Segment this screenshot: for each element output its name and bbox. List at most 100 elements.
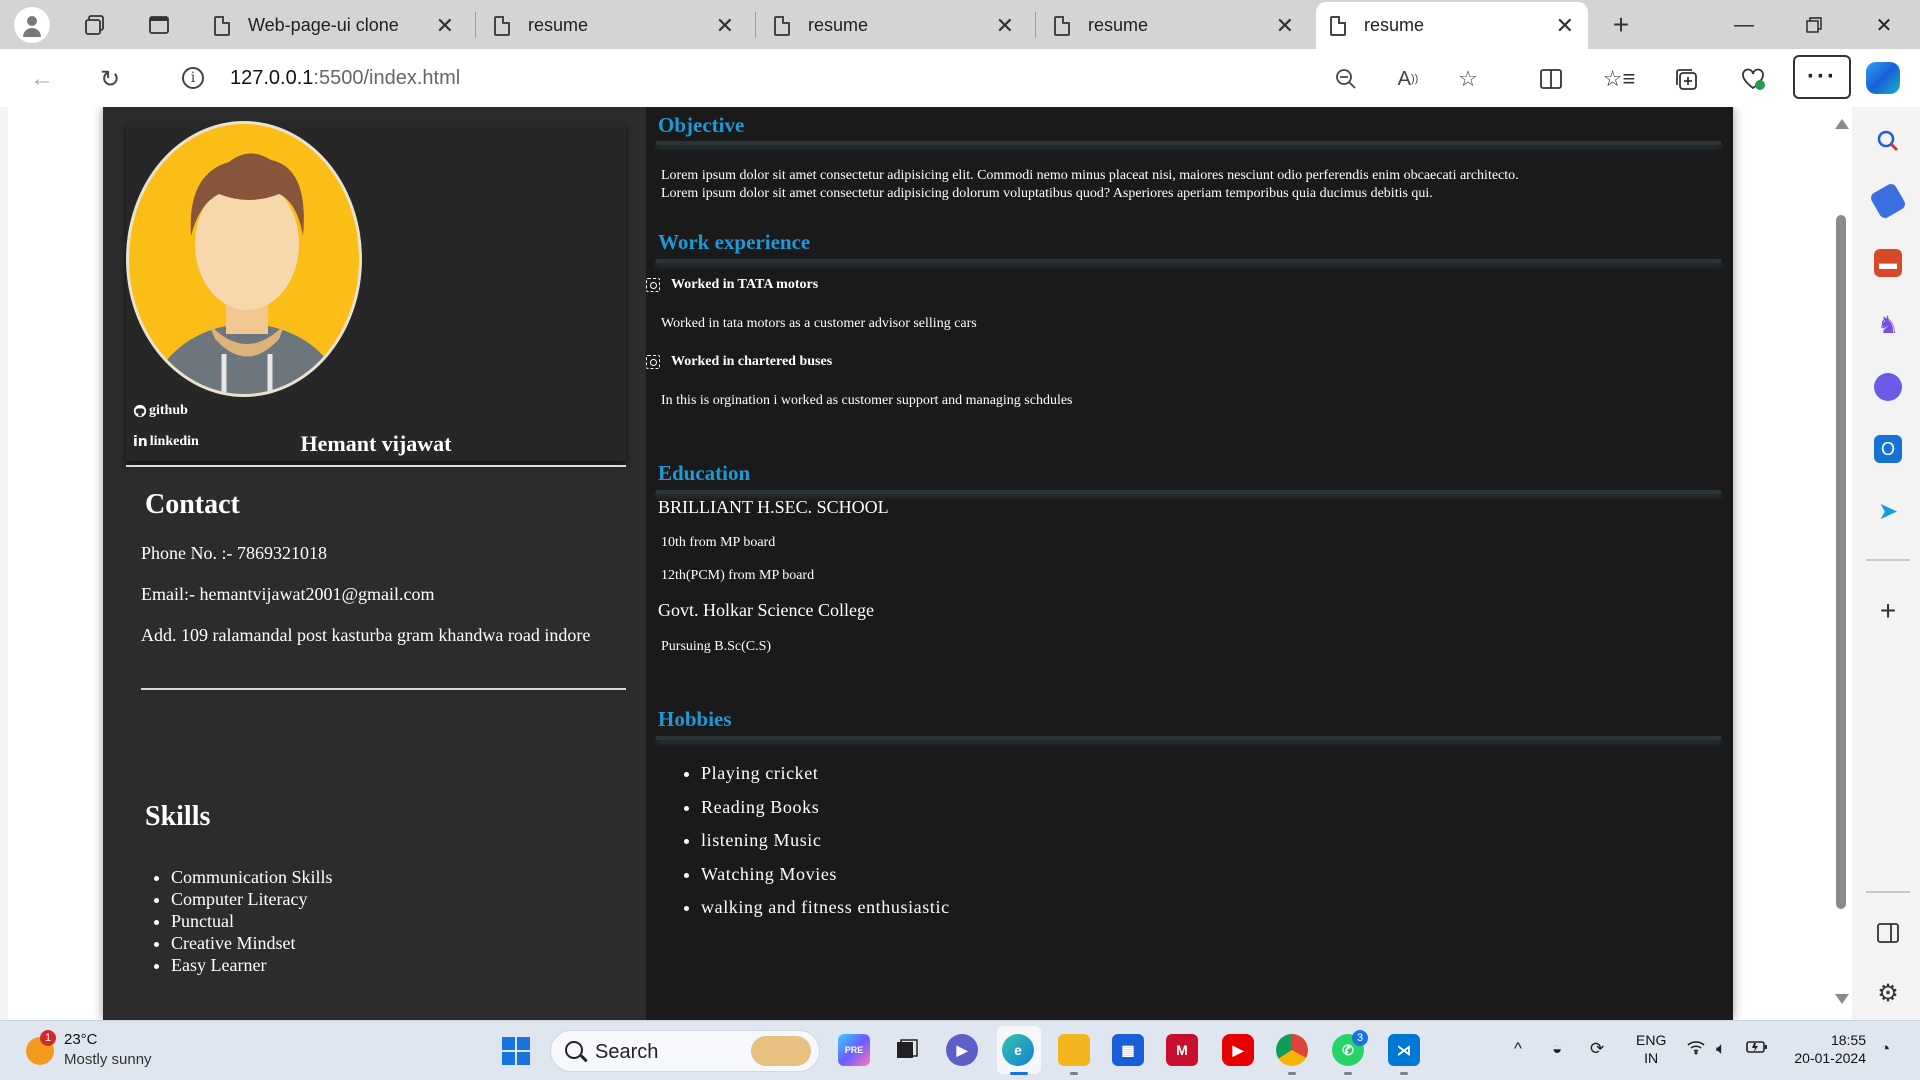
list-item: Playing cricket	[701, 763, 950, 797]
linkedin-label: linkedin	[149, 434, 199, 449]
settings-more-button[interactable]: ···	[1793, 55, 1851, 99]
shopping-tag-icon[interactable]	[1868, 181, 1908, 221]
objective-line: Lorem ipsum dolor sit amet consectetur a…	[661, 186, 1433, 201]
url-text[interactable]: 127.0.0.1:5500/index.html	[230, 67, 460, 90]
list-item: Watching Movies	[701, 864, 950, 898]
school-name: Govt. Holkar Science College	[658, 600, 874, 620]
profile-avatar-icon[interactable]	[14, 7, 50, 43]
list-item: listening Music	[701, 830, 950, 864]
split-screen-icon[interactable]	[1536, 64, 1566, 94]
linkedin-link[interactable]: in linkedin	[133, 434, 199, 450]
close-tab-icon[interactable]: ✕	[436, 13, 454, 39]
favorite-star-icon[interactable]: ☆	[1454, 65, 1482, 93]
address-bar[interactable]: i 127.0.0.1:5500/index.html A)) ☆	[156, 55, 1478, 101]
sidebar-divider	[1866, 559, 1910, 561]
favorites-icon[interactable]: ☆≡	[1603, 64, 1636, 94]
collections-icon[interactable]	[1672, 64, 1702, 94]
windows-start-icon[interactable]	[502, 1037, 530, 1065]
language-indicator[interactable]: ENG IN	[1636, 1031, 1666, 1067]
contact-address: Add. 109 ralamandal post kasturba gram k…	[141, 625, 591, 645]
close-tab-icon[interactable]: ✕	[716, 13, 734, 39]
contact-email: Email:- hemantvijawat2001@gmail.com	[141, 584, 435, 604]
resume-page: Hemant vijawat github in linkedin Contac…	[103, 107, 1733, 1020]
browser-essentials-icon[interactable]	[1738, 64, 1768, 94]
resume-sidebar: Hemant vijawat github in linkedin Contac…	[103, 107, 646, 1020]
vertical-tabs-icon[interactable]	[144, 10, 174, 40]
vscode-icon[interactable]: ⋊	[1388, 1034, 1420, 1066]
running-indicator	[1288, 1072, 1296, 1075]
scroll-up-arrow-icon[interactable]	[1835, 119, 1849, 129]
list-item: Creative Mindset	[171, 932, 333, 954]
tab-resume-1[interactable]: resume ✕	[480, 2, 748, 49]
microsoft-365-icon[interactable]	[1874, 373, 1902, 401]
running-indicator	[1344, 1072, 1352, 1075]
workspaces-icon[interactable]	[80, 10, 110, 40]
read-aloud-icon[interactable]: A))	[1394, 65, 1422, 93]
restore-button[interactable]	[1794, 8, 1834, 42]
page-scrollbar[interactable]	[1830, 107, 1852, 1020]
weather-temperature[interactable]: 23°C	[64, 1031, 98, 1048]
close-tab-icon[interactable]: ✕	[996, 13, 1014, 39]
copilot-preview-app-icon[interactable]: PRE	[838, 1034, 870, 1066]
chrome-icon[interactable]	[1276, 1034, 1308, 1066]
close-tab-icon[interactable]: ✕	[1276, 13, 1294, 39]
task-view-icon[interactable]	[890, 1034, 922, 1066]
list-item: Punctual	[171, 910, 333, 932]
send-icon[interactable]: ➤	[1874, 497, 1902, 525]
edge-browser-icon[interactable]: e	[1002, 1034, 1034, 1066]
objective-line: Lorem ipsum dolor sit amet consectetur a…	[661, 168, 1519, 183]
outlook-icon[interactable]: O	[1874, 435, 1902, 463]
hide-sidebar-icon[interactable]	[1874, 919, 1902, 947]
refresh-icon[interactable]: ↻	[92, 61, 128, 97]
microsoft-store-icon[interactable]: ▦	[1112, 1034, 1144, 1066]
teams-chat-icon[interactable]: ▶	[946, 1034, 978, 1066]
close-window-button[interactable]: ✕	[1864, 8, 1904, 42]
network-status-icon[interactable]: ◒	[1552, 1039, 1562, 1059]
search-icon[interactable]	[1874, 127, 1902, 155]
skills-heading: Skills	[145, 801, 211, 832]
games-icon[interactable]: ♞	[1874, 311, 1902, 339]
battery-icon[interactable]	[1746, 1039, 1768, 1059]
toolbox-icon[interactable]: ▬	[1874, 249, 1902, 277]
sync-icon[interactable]: ⟳	[1590, 1039, 1604, 1059]
zoom-out-icon[interactable]	[1332, 65, 1360, 93]
scroll-down-arrow-icon[interactable]	[1835, 994, 1849, 1004]
tab-title: resume	[528, 15, 589, 35]
briefcase-icon	[646, 355, 660, 369]
system-clock[interactable]: 18:55 20-01-2024	[1780, 1031, 1866, 1067]
add-sidebar-app-icon[interactable]: +	[1874, 595, 1902, 626]
section-divider	[656, 490, 1721, 494]
running-indicator	[1400, 1072, 1408, 1075]
close-tab-icon[interactable]: ✕	[1556, 13, 1574, 39]
education-heading: Education	[658, 461, 751, 485]
github-icon	[133, 404, 147, 418]
page-icon	[1330, 15, 1346, 36]
tab-resume-3[interactable]: resume ✕	[1040, 2, 1308, 49]
tab-resume-2[interactable]: resume ✕	[760, 2, 1028, 49]
whatsapp-badge: 3	[1352, 1030, 1368, 1046]
sidebar-settings-gear-icon[interactable]: ⚙	[1874, 979, 1902, 1007]
profile-card: Hemant vijawat	[126, 121, 626, 461]
volume-icon[interactable]: 🔈︎	[1716, 1039, 1726, 1059]
tab-resume-active[interactable]: resume ✕	[1316, 2, 1588, 49]
github-link[interactable]: github	[133, 403, 188, 419]
scrollbar-thumb[interactable]	[1836, 215, 1846, 909]
tab-web-page-ui-clone[interactable]: Web-page-ui clone ✕	[200, 2, 468, 49]
file-explorer-icon[interactable]	[1058, 1034, 1090, 1066]
notifications-bell-icon[interactable]: ◔	[1880, 1039, 1890, 1059]
youtube-icon[interactable]: ▶	[1222, 1034, 1254, 1066]
site-info-icon[interactable]: i	[182, 67, 204, 89]
back-arrow-icon[interactable]: ←	[24, 61, 60, 97]
mcafee-icon[interactable]: M	[1166, 1034, 1198, 1066]
list-item: Communication Skills	[171, 866, 333, 888]
wifi-icon[interactable]	[1686, 1039, 1706, 1060]
github-label: github	[149, 403, 188, 418]
active-indicator	[1010, 1072, 1028, 1075]
new-tab-button[interactable]: +	[1606, 9, 1636, 40]
job-description: In this is orgination i worked as custom…	[661, 393, 1073, 408]
weather-description[interactable]: Mostly sunny	[64, 1051, 152, 1068]
minimize-button[interactable]: —	[1724, 8, 1764, 42]
taskbar-search-box[interactable]: Search	[550, 1030, 820, 1072]
copilot-icon[interactable]	[1866, 62, 1900, 94]
show-hidden-icons-chevron-icon[interactable]: ^	[1514, 1039, 1522, 1059]
